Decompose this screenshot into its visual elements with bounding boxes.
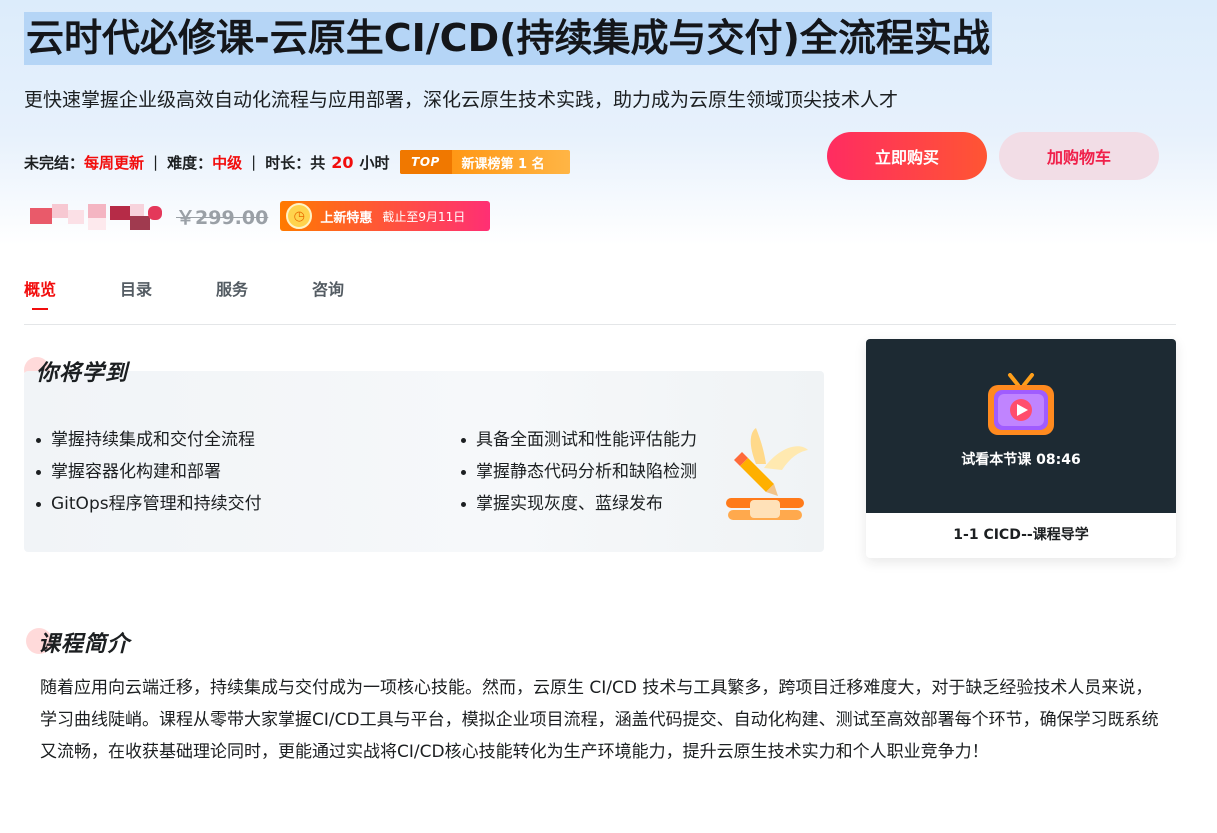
meta-divider: | [153,153,159,171]
tv-play-icon [988,373,1054,435]
status-value: 每周更新 [84,153,145,172]
list-item: 掌握容器化构建和部署 [36,456,262,488]
buy-now-button[interactable]: 立即购买 [827,132,987,180]
price-row: ￥299.00 ◷ 上新特惠 截止至9月11日 [24,198,491,234]
promo-deadline: 截止至9月11日 [382,209,466,224]
status-label: 未完结： [24,153,85,172]
rank-text: 新课榜第 1 名 [461,156,545,172]
duration-label: 时长： [265,153,311,172]
rank-badge[interactable]: TOP 新课榜第 1 名 [399,150,570,174]
page-title: 云时代必修课-云原生CI/CD(持续集成与交付)全流程实战 [24,12,992,65]
video-card[interactable]: 试看本节课 08:46 1-1 CICD--课程导学 [866,339,1176,558]
page-subtitle: 更快速掌握企业级高效自动化流程与应用部署，深化云原生技术实践，助力成为云原生领域… [24,89,899,111]
intro-text: 随着应用向云端迁移，持续集成与交付成为一项核心技能。然而，云原生 CI/CD 技… [40,678,1159,762]
winged-pen-icon [726,428,808,520]
preview-label: 试看本节课 08:46 [961,452,1081,468]
duration-value: 20 [331,152,354,172]
alarm-clock-icon: ◷ [286,203,313,229]
tab-overview[interactable]: 概览 [24,272,120,324]
difficulty-value: 中级 [212,153,243,172]
list-item: 掌握静态代码分析和缺陷检测 [461,456,697,488]
top-icon: TOP [399,150,452,174]
learn-heading-text: 你将学到 [36,361,129,386]
meta-divider: | [251,153,257,171]
tab-consult[interactable]: 咨询 [312,272,408,324]
lesson-title[interactable]: 1-1 CICD--课程导学 [866,513,1176,558]
list-item: 掌握持续集成和交付全流程 [36,424,262,456]
video-preview[interactable]: 试看本节课 08:46 [866,339,1176,513]
promo-label: 上新特惠 [320,210,373,226]
course-meta: 未完结： 每周更新 | 难度： 中级 | 时长： 共 20 小时 TOP 新课榜… [24,148,570,176]
learn-list-left: 掌握持续集成和交付全流程 掌握容器化构建和部署 GitOps程序管理和持续交付 [36,424,262,520]
list-item: 具备全面测试和性能评估能力 [461,424,697,456]
original-price: ￥299.00 [176,206,269,229]
course-tabs: 概览 目录 服务 咨询 [24,272,1176,325]
intro-heading: 课程简介 [26,626,131,658]
duration-prefix: 共 [310,153,326,172]
learn-heading: 你将学到 [24,355,129,387]
list-item: 掌握实现灰度、蓝绿发布 [461,488,697,520]
list-item: GitOps程序管理和持续交付 [36,488,262,520]
intro-heading-text: 课程简介 [38,632,131,657]
promo-badge: ◷ 上新特惠 截止至9月11日 [280,201,491,231]
learn-list-right: 具备全面测试和性能评估能力 掌握静态代码分析和缺陷检测 掌握实现灰度、蓝绿发布 [461,424,697,520]
add-to-cart-button[interactable]: 加购物车 [999,132,1159,180]
duration-unit: 小时 [359,153,390,172]
current-price-pixelated [24,200,164,232]
tab-catalog[interactable]: 目录 [120,272,216,324]
tab-service[interactable]: 服务 [216,272,312,324]
difficulty-label: 难度： [167,153,213,172]
